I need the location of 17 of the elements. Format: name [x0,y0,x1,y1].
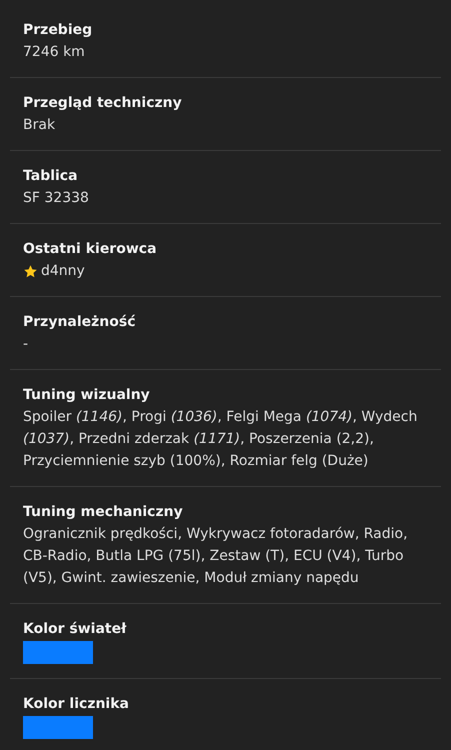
field-label: Tuning mechaniczny [23,503,184,522]
field-label: Przynależność [23,313,137,332]
field-value: Spoiler (1146), Progi (1036), Felgi Mega (1074), Wydech (1037), Przedni zderzak (1171), Poszerzenia (2,2), Przyciemnienie szyb (100%), Rozmiar felg (Duże) [23,408,418,471]
star-icon [23,264,38,278]
field-label: Kolor świateł [23,620,128,639]
field-label: Ostatni kierowca [23,240,158,259]
field-value: Ogranicznik prędkości, Wykrywacz fotoradarów, Radio, CB-Radio, Butla LPG (75l), Zestaw (T), ECU (V4), Turbo (V5), Gwint. zawieszenie, Moduł zmiany napędu [23,525,409,588]
driver-name: d4nny [41,262,85,281]
field-label: Przegląd techniczny [23,94,183,113]
field-label: Kolor licznika [23,695,130,714]
field-label: Tuning wizualny [23,386,151,405]
field-value: Brak [23,116,56,135]
field-label: Przebieg [23,21,94,40]
field-value: 7246 km [23,43,86,62]
field-value: SF 32338 [23,189,90,208]
field-value: - [23,335,30,354]
field-label: Tablica [23,167,79,186]
